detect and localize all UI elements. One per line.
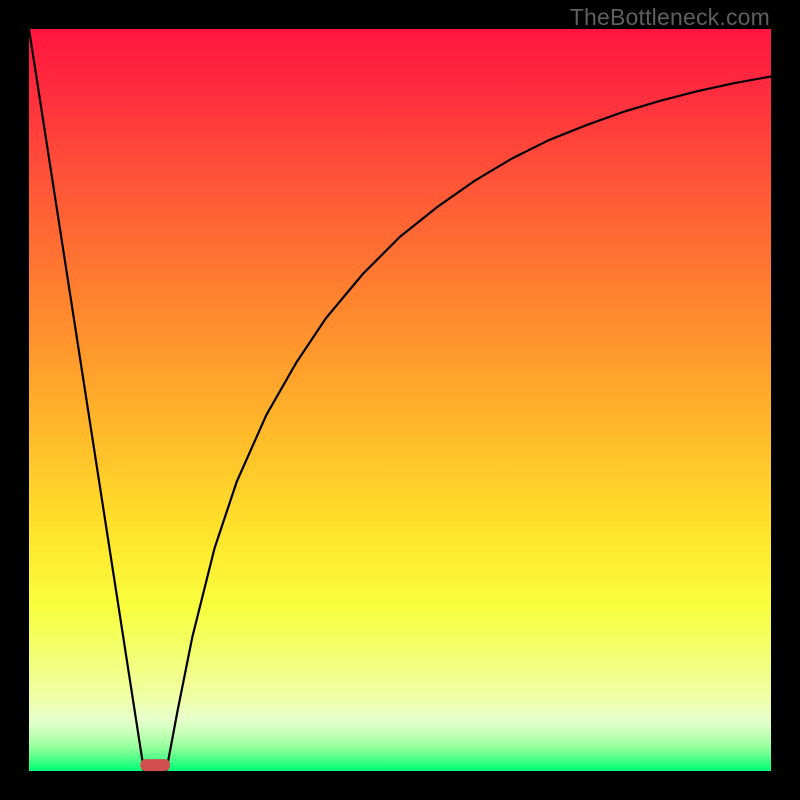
chart-svg [29, 29, 771, 771]
curve-left [29, 29, 144, 771]
curve-group [29, 29, 771, 771]
watermark-label: TheBottleneck.com [570, 4, 770, 31]
curve-right [166, 76, 771, 771]
chart-frame: TheBottleneck.com [0, 0, 800, 800]
plot-area [29, 29, 771, 771]
bottleneck-marker [140, 759, 170, 771]
